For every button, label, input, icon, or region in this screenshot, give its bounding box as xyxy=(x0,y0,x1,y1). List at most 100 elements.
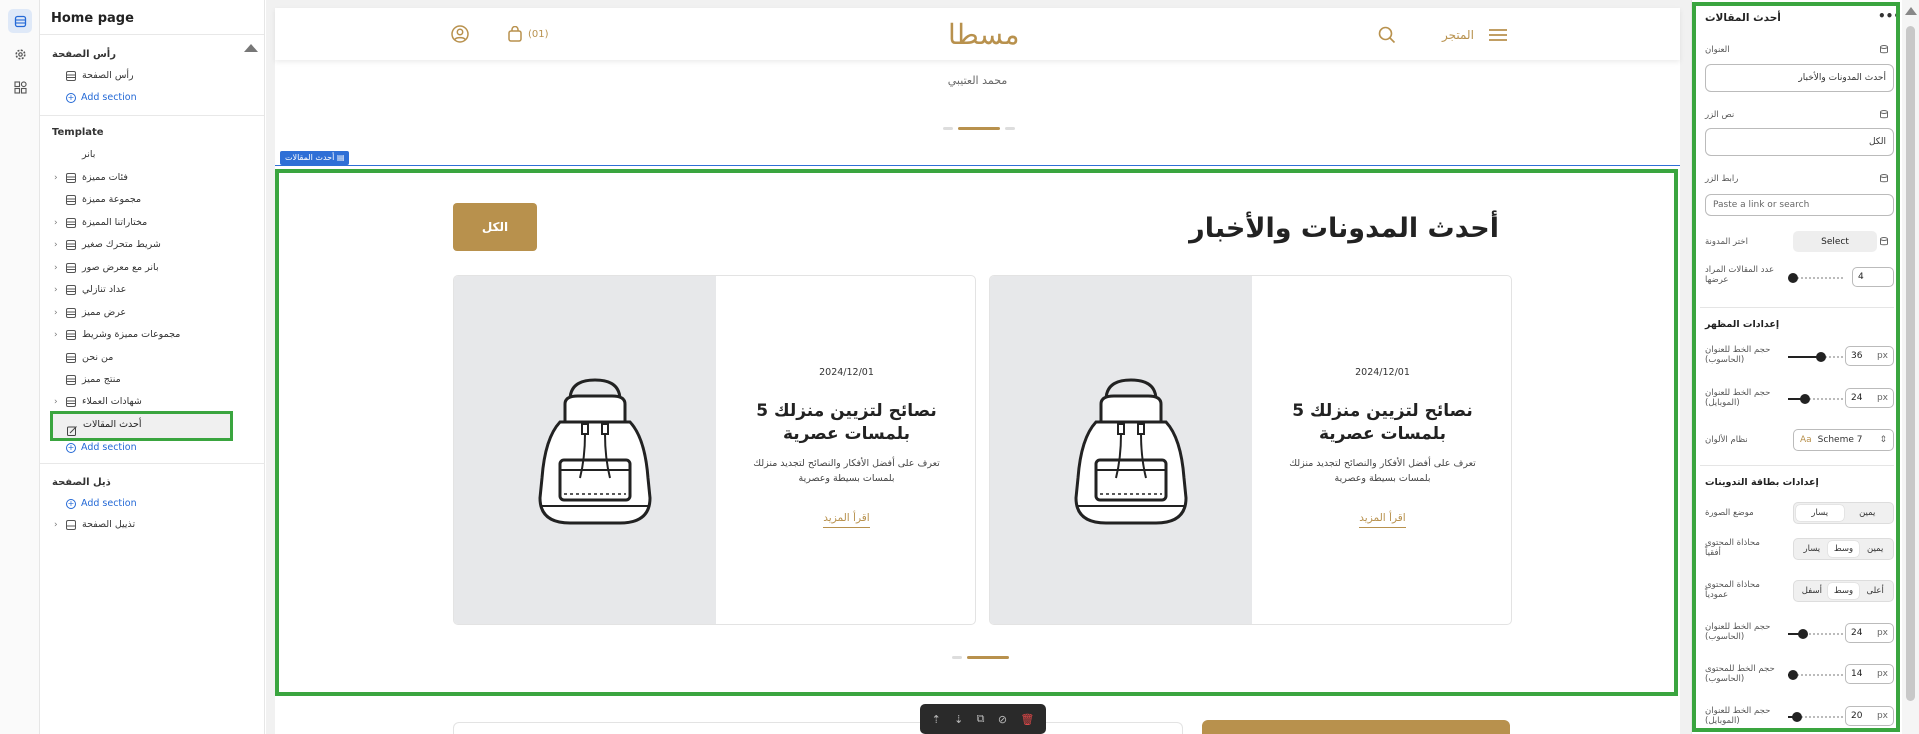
divider xyxy=(40,115,264,116)
chevron-right-icon[interactable]: › xyxy=(54,308,58,318)
blog-card[interactable]: 2024/12/01 5 نصائح لتزيين منزلك بلمسات ع… xyxy=(453,275,976,625)
template-group-label: Template xyxy=(52,127,104,138)
sidebar-item-label: رأس الصفحة xyxy=(82,70,134,81)
selected-panel-outline xyxy=(1692,2,1900,732)
sidebar-item-label: من نحن xyxy=(82,352,114,363)
scrollbar-thumb[interactable] xyxy=(1906,26,1915,701)
footer-icon xyxy=(66,520,76,533)
sidebar-item-featured-offer[interactable]: › عرض مميز xyxy=(40,304,264,322)
divider xyxy=(40,463,265,464)
section-icon xyxy=(66,71,76,84)
add-section-button[interactable]: + Add section xyxy=(66,498,137,509)
duplicate-icon[interactable]: ⧉ xyxy=(977,712,985,726)
sidebar-item-footer[interactable]: › تذييل الصفحة xyxy=(40,516,265,534)
read-more-link[interactable]: اقرأ المزيد xyxy=(716,512,975,528)
section-icon xyxy=(66,353,76,366)
sections-icon[interactable] xyxy=(8,9,32,33)
move-up-icon[interactable]: ⇡ xyxy=(932,713,941,726)
gear-icon[interactable] xyxy=(8,42,32,66)
add-section-button[interactable]: + Add section xyxy=(66,442,137,453)
add-section-button[interactable]: + Add section xyxy=(66,92,137,103)
hide-icon[interactable]: ⊘ xyxy=(998,713,1007,726)
sidebar-item-label: منتج مميز xyxy=(82,374,121,385)
sidebar-item-featured-collection[interactable]: مجموعة مميزة xyxy=(40,191,264,209)
sidebar-item-label: بانر مع معرض صور xyxy=(82,262,159,273)
view-all-button[interactable]: الكل xyxy=(453,203,537,251)
sidebar-item-label: شهادات العملاء xyxy=(82,396,142,407)
chevron-right-icon[interactable]: › xyxy=(54,330,58,340)
section-icon xyxy=(66,375,76,388)
sidebar-item-testimonials[interactable]: › شهادات العملاء xyxy=(40,393,264,411)
pagination-dot[interactable] xyxy=(952,656,962,659)
section-icon xyxy=(66,218,76,231)
section-outline xyxy=(275,165,1680,166)
section-toolbar: ⇡ ⇣ ⧉ ⊘ 🗑 xyxy=(920,704,1046,734)
pagination-dot-active[interactable] xyxy=(967,656,1009,659)
move-down-icon[interactable]: ⇣ xyxy=(954,713,963,726)
account-icon[interactable] xyxy=(451,25,469,47)
icon-rail xyxy=(0,0,40,734)
sidebar-item-gallery-banner[interactable]: › بانر مع معرض صور xyxy=(40,259,264,277)
edit-icon xyxy=(67,421,77,440)
testimonial-pagination[interactable] xyxy=(943,127,1015,130)
pagination-dot-active[interactable] xyxy=(958,127,1000,130)
sidebar-item-collections-strip[interactable]: › مجموعات مميزة وشريط xyxy=(40,326,264,344)
delete-icon[interactable]: 🗑 xyxy=(1020,713,1034,726)
plus-icon: + xyxy=(66,92,76,103)
chevron-right-icon[interactable]: › xyxy=(54,520,58,530)
section-icon xyxy=(66,285,76,298)
sidebar-item-latest-articles[interactable]: أحدث المقالات xyxy=(50,411,233,441)
blog-card-excerpt: تعرف على أفضل الأفكار والنصائح لتجديد من… xyxy=(753,458,940,484)
plus-icon: + xyxy=(66,498,76,509)
menu-icon[interactable] xyxy=(1488,27,1508,47)
pagination-dot[interactable] xyxy=(943,127,953,130)
blog-pagination[interactable] xyxy=(952,656,1009,659)
chevron-right-icon[interactable]: › xyxy=(54,240,58,250)
store-menu-label[interactable]: المتجر xyxy=(1442,28,1474,42)
chevron-right-icon[interactable]: › xyxy=(54,397,58,407)
store-header: المتجر مسطا (01) xyxy=(275,8,1680,60)
sections-sidebar: Home page رأس الصفحة رأس الصفحة + Add sec… xyxy=(40,0,265,734)
chevron-right-icon[interactable]: › xyxy=(54,218,58,228)
search-icon[interactable] xyxy=(1378,26,1396,48)
blog-card-date: 2024/12/01 xyxy=(819,367,874,378)
scrollbar[interactable] xyxy=(1902,0,1919,734)
blog-card-excerpt: تعرف على أفضل الأفكار والنصائح لتجديد من… xyxy=(1289,458,1476,484)
sidebar-item-label: فئات مميزة xyxy=(82,172,128,183)
blog-card-date: 2024/12/01 xyxy=(1355,367,1410,378)
pagination-dot[interactable] xyxy=(1005,127,1015,130)
sidebar-item-banner[interactable]: بانر xyxy=(40,146,264,164)
sidebar-item-label: بانر xyxy=(82,149,96,160)
sidebar-item-our-picks[interactable]: › مختاراتنا المميزة xyxy=(40,214,264,232)
read-more-link[interactable]: اقرأ المزيد xyxy=(1252,512,1511,528)
apps-icon[interactable] xyxy=(8,75,32,99)
backpack-icon xyxy=(1074,378,1188,525)
bag-icon[interactable] xyxy=(508,25,522,46)
sidebar-item-label: عرض مميز xyxy=(82,307,127,318)
store-logo[interactable]: مسطا xyxy=(948,18,1019,51)
collapse-arrow-icon[interactable] xyxy=(244,44,258,52)
blog-card-content: 2024/12/01 5 نصائح لتزيين منزلك بلمسات ع… xyxy=(1252,276,1511,624)
blog-card[interactable]: 2024/12/01 5 نصائح لتزيين منزلك بلمسات ع… xyxy=(989,275,1512,625)
sidebar-item-about[interactable]: من نحن xyxy=(40,349,264,367)
sidebar-item-featured-categories[interactable]: › فئات مميزة xyxy=(40,169,264,187)
sidebar-item-featured-product[interactable]: منتج مميز xyxy=(40,371,264,389)
chevron-right-icon[interactable]: › xyxy=(54,173,58,183)
section-icon xyxy=(66,195,76,208)
sidebar-item-header[interactable]: رأس الصفحة xyxy=(40,67,264,85)
chevron-right-icon[interactable]: › xyxy=(54,285,58,295)
blog-card-title[interactable]: 5 نصائح لتزيين منزلك بلمسات عصرية xyxy=(1266,400,1499,446)
sidebar-item-marquee[interactable]: › شريط متحرك صغير xyxy=(40,236,264,254)
section-tag[interactable]: أحدث المقالات ▤ xyxy=(280,151,350,165)
page-title: Home page xyxy=(51,11,134,26)
blog-section-title: أحدث المدونات والأخبار xyxy=(1189,213,1499,244)
header-group-label: رأس الصفحة xyxy=(52,49,116,60)
next-section-banner xyxy=(1202,720,1510,734)
sidebar-item-countdown[interactable]: › عداد تنازلي xyxy=(40,281,264,299)
scroll-up-icon[interactable] xyxy=(1905,7,1917,15)
chevron-right-icon[interactable]: › xyxy=(54,263,58,273)
plus-icon: + xyxy=(66,442,76,453)
blog-card-title[interactable]: 5 نصائح لتزيين منزلك بلمسات عصرية xyxy=(730,400,963,446)
section-icon xyxy=(66,308,76,321)
divider xyxy=(40,34,264,35)
